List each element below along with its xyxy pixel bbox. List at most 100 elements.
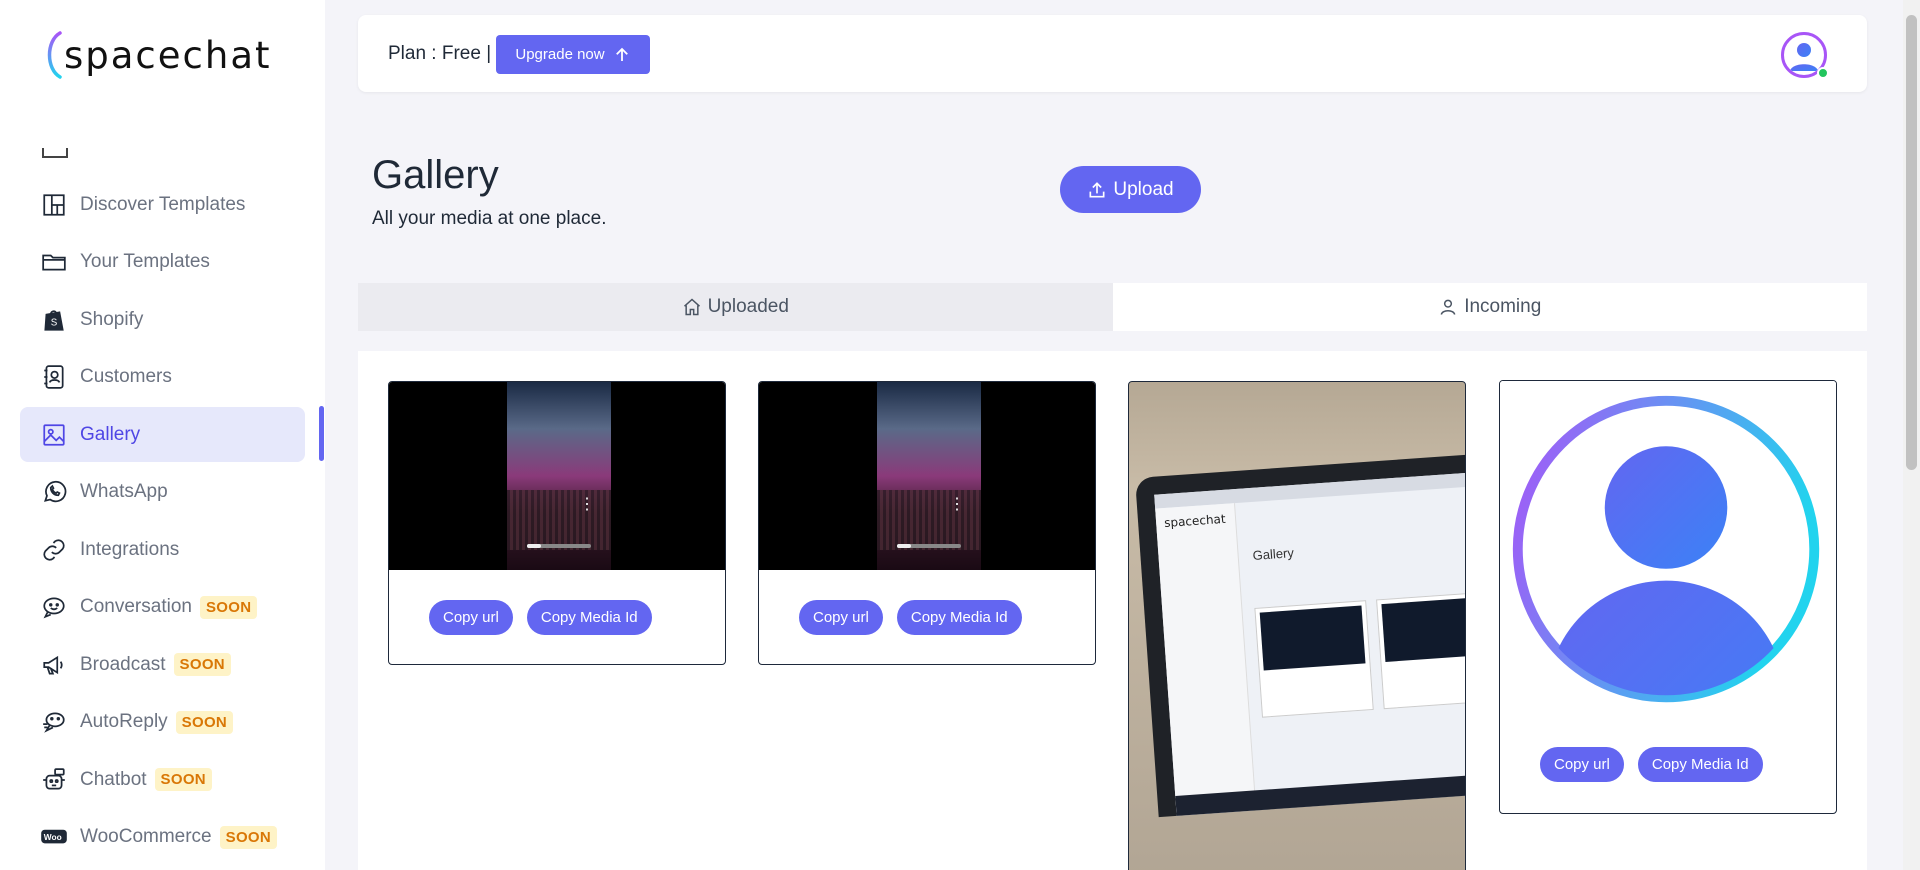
sidebar: spacechat Discover Templates Your Templa… [0,0,325,870]
media-grid: ⋮ Copy url Copy Media Id ⋮ Copy url Copy… [358,351,1867,870]
svg-text:S: S [51,317,58,328]
upgrade-now-button[interactable]: Upgrade now [496,35,650,74]
sidebar-item-shopify[interactable]: S Shopify [20,292,305,347]
autoreply-icon [40,708,68,736]
card-actions: Copy url Copy Media Id [799,600,1022,635]
sidebar-item-discover-templates[interactable]: Discover Templates [20,177,305,232]
sidebar-item-chatbot[interactable]: Chatbot SOON [20,752,305,807]
gallery-tabs: Uploaded Incoming [358,283,1867,331]
video-thumbnail[interactable]: ⋮ [389,382,725,570]
scrolled-item-icon [42,148,68,158]
soon-badge: SOON [154,768,212,791]
copy-media-id-button[interactable]: Copy Media Id [896,600,1022,635]
sidebar-item-label: Customers [80,366,172,387]
folder-icon [40,248,68,276]
chat-icon [40,593,68,621]
upgrade-label: Upgrade now [515,46,605,63]
crowd-graphic [877,490,981,550]
sidebar-item-label: WhatsApp [80,481,168,502]
svg-text:Woo: Woo [44,832,62,842]
tab-uploaded-label: Uploaded [707,296,789,317]
media-card: ⋮ Copy url Copy Media Id [758,381,1096,665]
app-logo[interactable]: spacechat [42,28,272,82]
person-icon [1440,299,1456,315]
laptop-photo: spacechat Gallery [1129,382,1465,870]
plan-label: Plan : Free | [388,43,492,64]
page-title: Gallery [372,153,499,197]
sidebar-item-label: Conversation [80,596,192,617]
sidebar-item-label: Broadcast [80,653,166,675]
copy-media-id-button[interactable]: Copy Media Id [1637,747,1763,782]
photo-thumbnail[interactable]: spacechat Gallery [1129,382,1465,870]
sidebar-item-label: WooCommerce [80,826,212,847]
video-progress [897,544,961,548]
upload-icon [1089,181,1105,197]
top-header: Plan : Free | Upgrade now [358,15,1867,92]
scrollbar-thumb[interactable] [1906,15,1917,470]
sidebar-item-woocommerce[interactable]: Woo WooCommerce SOON [20,810,305,865]
screen-title: Gallery [1252,545,1295,563]
laptop-screen: spacechat Gallery [1154,472,1465,816]
soon-badge: SOON [175,710,234,734]
soon-badge: SOON [219,825,278,849]
sidebar-item-label: Discover Templates [80,193,246,215]
soon-badge: SOON [199,595,258,619]
upload-label: Upload [1113,178,1174,200]
sidebar-item-label: AutoReply [80,711,168,732]
image-thumbnail[interactable] [1500,381,1836,721]
sidebar-item-broadcast[interactable]: Broadcast SOON [20,637,305,692]
soon-badge: SOON [173,653,231,676]
sidebar-item-label: Your Templates [80,251,210,272]
sidebar-item-label: Gallery [80,423,141,445]
sidebar-item-conversation[interactable]: Conversation SOON [20,580,305,635]
media-card: ⋮ Copy url Copy Media Id [388,381,726,665]
video-thumbnail[interactable]: ⋮ [759,382,1095,570]
logo-mark-icon [47,31,62,79]
copy-url-button[interactable]: Copy url [429,600,513,635]
sidebar-nav: Discover Templates Your Templates S Shop… [20,177,305,867]
tab-incoming[interactable]: Incoming [1112,283,1867,331]
scrollbar-track[interactable] [1903,0,1920,870]
page-subtitle: All your media at one place. [372,208,607,229]
card-actions: Copy url Copy Media Id [1540,747,1763,782]
sidebar-item-whatsapp[interactable]: WhatsApp [20,465,305,520]
more-options-icon[interactable]: ⋮ [579,497,595,513]
more-options-icon[interactable]: ⋮ [949,497,965,513]
bot-icon [40,766,68,794]
copy-url-button[interactable]: Copy url [799,600,883,635]
copy-url-button[interactable]: Copy url [1540,747,1624,782]
video-frame: ⋮ [877,382,981,570]
sidebar-item-customers[interactable]: Customers [20,350,305,405]
arrow-up-icon [615,47,628,61]
online-status-dot [1817,67,1829,79]
sidebar-item-autoreply[interactable]: AutoReply SOON [20,695,305,750]
copy-media-id-button[interactable]: Copy Media Id [526,600,652,635]
sidebar-item-label: Shopify [80,308,144,330]
sidebar-item-your-templates[interactable]: Your Templates [20,235,305,290]
media-card: spacechat Gallery [1128,381,1466,870]
home-icon [683,298,700,316]
tab-uploaded[interactable]: Uploaded [358,283,1113,331]
layout-icon [40,191,68,219]
sidebar-item-integrations[interactable]: Integrations [20,522,305,577]
contacts-icon [40,363,68,391]
whatsapp-icon [40,478,68,506]
link-icon [40,536,68,564]
shopify-icon: S [40,306,68,334]
video-progress [527,544,591,548]
tab-incoming-label: Incoming [1464,296,1542,317]
image-icon [40,421,68,449]
upload-button[interactable]: Upload [1060,166,1201,213]
avatar-image [1500,381,1836,721]
sidebar-item-gallery[interactable]: Gallery [20,407,305,462]
crowd-graphic [507,490,611,550]
logo-text: spacechat [64,33,272,77]
megaphone-icon [40,651,68,679]
laptop-graphic: spacechat Gallery [1135,454,1465,818]
sidebar-item-label: Integrations [80,538,180,560]
video-frame: ⋮ [507,382,611,570]
media-card: Copy url Copy Media Id [1499,380,1837,814]
sidebar-item-label: Chatbot [80,768,147,790]
woo-icon: Woo [40,823,68,851]
card-actions: Copy url Copy Media Id [429,600,652,635]
